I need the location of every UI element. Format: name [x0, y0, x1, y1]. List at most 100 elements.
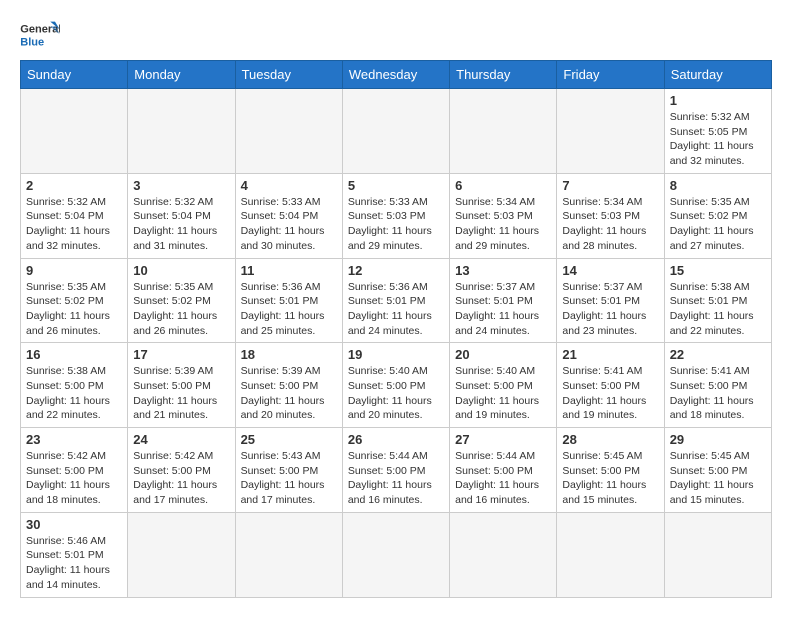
day-cell	[235, 512, 342, 597]
day-cell	[342, 89, 449, 174]
day-number: 9	[26, 263, 122, 278]
day-info: Sunrise: 5:40 AMSunset: 5:00 PMDaylight:…	[348, 364, 444, 423]
day-info: Sunrise: 5:32 AMSunset: 5:05 PMDaylight:…	[670, 110, 766, 169]
week-row-4: 23 Sunrise: 5:42 AMSunset: 5:00 PMDayligh…	[21, 428, 772, 513]
day-cell: 23 Sunrise: 5:42 AMSunset: 5:00 PMDayligh…	[21, 428, 128, 513]
day-cell: 30 Sunrise: 5:46 AMSunset: 5:01 PMDayligh…	[21, 512, 128, 597]
day-info: Sunrise: 5:42 AMSunset: 5:00 PMDaylight:…	[26, 449, 122, 508]
day-number: 26	[348, 432, 444, 447]
day-info: Sunrise: 5:33 AMSunset: 5:03 PMDaylight:…	[348, 195, 444, 254]
day-cell: 20 Sunrise: 5:40 AMSunset: 5:00 PMDayligh…	[450, 343, 557, 428]
day-number: 29	[670, 432, 766, 447]
day-number: 18	[241, 347, 337, 362]
day-info: Sunrise: 5:35 AMSunset: 5:02 PMDaylight:…	[26, 280, 122, 339]
header-friday: Friday	[557, 61, 664, 89]
day-cell	[450, 89, 557, 174]
day-cell: 8Sunrise: 5:35 AMSunset: 5:02 PMDaylight…	[664, 173, 771, 258]
day-info: Sunrise: 5:45 AMSunset: 5:00 PMDaylight:…	[670, 449, 766, 508]
day-cell: 2Sunrise: 5:32 AMSunset: 5:04 PMDaylight…	[21, 173, 128, 258]
day-number: 10	[133, 263, 229, 278]
day-number: 22	[670, 347, 766, 362]
calendar-header-row: SundayMondayTuesdayWednesdayThursdayFrid…	[21, 61, 772, 89]
page-header: General Blue	[20, 20, 772, 50]
day-cell: 18 Sunrise: 5:39 AMSunset: 5:00 PMDayligh…	[235, 343, 342, 428]
day-info: Sunrise: 5:46 AMSunset: 5:01 PMDaylight:…	[26, 534, 122, 593]
day-info: Sunrise: 5:35 AMSunset: 5:02 PMDaylight:…	[133, 280, 229, 339]
day-cell: 13 Sunrise: 5:37 AMSunset: 5:01 PMDayligh…	[450, 258, 557, 343]
day-info: Sunrise: 5:33 AMSunset: 5:04 PMDaylight:…	[241, 195, 337, 254]
day-cell	[21, 89, 128, 174]
day-info: Sunrise: 5:37 AMSunset: 5:01 PMDaylight:…	[455, 280, 551, 339]
day-cell: 22 Sunrise: 5:41 AMSunset: 5:00 PMDayligh…	[664, 343, 771, 428]
day-number: 5	[348, 178, 444, 193]
day-cell	[342, 512, 449, 597]
day-cell: 1 Sunrise: 5:32 AMSunset: 5:05 PMDaylight…	[664, 89, 771, 174]
day-cell: 7Sunrise: 5:34 AMSunset: 5:03 PMDaylight…	[557, 173, 664, 258]
day-cell: 28Sunrise: 5:45 AMSunset: 5:00 PMDayligh…	[557, 428, 664, 513]
day-number: 21	[562, 347, 658, 362]
day-number: 15	[670, 263, 766, 278]
day-number: 13	[455, 263, 551, 278]
day-cell: 5 Sunrise: 5:33 AMSunset: 5:03 PMDaylight…	[342, 173, 449, 258]
day-info: Sunrise: 5:35 AMSunset: 5:02 PMDaylight:…	[670, 195, 766, 254]
day-info: Sunrise: 5:45 AMSunset: 5:00 PMDaylight:…	[562, 449, 658, 508]
day-cell: 16Sunrise: 5:38 AMSunset: 5:00 PMDayligh…	[21, 343, 128, 428]
day-number: 1	[670, 93, 766, 108]
day-info: Sunrise: 5:44 AMSunset: 5:00 PMDaylight:…	[455, 449, 551, 508]
day-cell: 4 Sunrise: 5:33 AMSunset: 5:04 PMDaylight…	[235, 173, 342, 258]
day-info: Sunrise: 5:40 AMSunset: 5:00 PMDaylight:…	[455, 364, 551, 423]
day-number: 30	[26, 517, 122, 532]
day-cell	[450, 512, 557, 597]
day-info: Sunrise: 5:38 AMSunset: 5:01 PMDaylight:…	[670, 280, 766, 339]
logo: General Blue	[20, 20, 60, 50]
day-cell	[557, 512, 664, 597]
svg-text:General: General	[20, 24, 60, 36]
day-info: Sunrise: 5:39 AMSunset: 5:00 PMDaylight:…	[133, 364, 229, 423]
day-number: 2	[26, 178, 122, 193]
day-number: 3	[133, 178, 229, 193]
day-cell	[128, 89, 235, 174]
day-number: 19	[348, 347, 444, 362]
day-number: 25	[241, 432, 337, 447]
day-number: 4	[241, 178, 337, 193]
day-cell: 11Sunrise: 5:36 AMSunset: 5:01 PMDayligh…	[235, 258, 342, 343]
day-cell	[235, 89, 342, 174]
day-cell	[664, 512, 771, 597]
day-cell: 15 Sunrise: 5:38 AMSunset: 5:01 PMDayligh…	[664, 258, 771, 343]
day-number: 16	[26, 347, 122, 362]
day-cell: 25 Sunrise: 5:43 AMSunset: 5:00 PMDayligh…	[235, 428, 342, 513]
day-cell: 6 Sunrise: 5:34 AMSunset: 5:03 PMDaylight…	[450, 173, 557, 258]
day-cell: 19 Sunrise: 5:40 AMSunset: 5:00 PMDayligh…	[342, 343, 449, 428]
week-row-1: 2Sunrise: 5:32 AMSunset: 5:04 PMDaylight…	[21, 173, 772, 258]
week-row-3: 16Sunrise: 5:38 AMSunset: 5:00 PMDayligh…	[21, 343, 772, 428]
day-info: Sunrise: 5:36 AMSunset: 5:01 PMDaylight:…	[348, 280, 444, 339]
day-info: Sunrise: 5:41 AMSunset: 5:00 PMDaylight:…	[670, 364, 766, 423]
day-info: Sunrise: 5:34 AMSunset: 5:03 PMDaylight:…	[562, 195, 658, 254]
day-cell: 14 Sunrise: 5:37 AMSunset: 5:01 PMDayligh…	[557, 258, 664, 343]
day-number: 6	[455, 178, 551, 193]
day-number: 12	[348, 263, 444, 278]
header-monday: Monday	[128, 61, 235, 89]
day-number: 27	[455, 432, 551, 447]
week-row-5: 30 Sunrise: 5:46 AMSunset: 5:01 PMDayligh…	[21, 512, 772, 597]
day-cell: 12 Sunrise: 5:36 AMSunset: 5:01 PMDayligh…	[342, 258, 449, 343]
day-info: Sunrise: 5:41 AMSunset: 5:00 PMDaylight:…	[562, 364, 658, 423]
day-info: Sunrise: 5:37 AMSunset: 5:01 PMDaylight:…	[562, 280, 658, 339]
day-info: Sunrise: 5:43 AMSunset: 5:00 PMDaylight:…	[241, 449, 337, 508]
header-tuesday: Tuesday	[235, 61, 342, 89]
day-info: Sunrise: 5:34 AMSunset: 5:03 PMDaylight:…	[455, 195, 551, 254]
week-row-2: 9 Sunrise: 5:35 AMSunset: 5:02 PMDaylight…	[21, 258, 772, 343]
week-row-0: 1 Sunrise: 5:32 AMSunset: 5:05 PMDaylight…	[21, 89, 772, 174]
header-wednesday: Wednesday	[342, 61, 449, 89]
day-cell: 9 Sunrise: 5:35 AMSunset: 5:02 PMDaylight…	[21, 258, 128, 343]
calendar-table: SundayMondayTuesdayWednesdayThursdayFrid…	[20, 60, 772, 598]
header-thursday: Thursday	[450, 61, 557, 89]
day-number: 23	[26, 432, 122, 447]
day-cell	[128, 512, 235, 597]
day-number: 20	[455, 347, 551, 362]
day-info: Sunrise: 5:36 AMSunset: 5:01 PMDaylight:…	[241, 280, 337, 339]
day-number: 14	[562, 263, 658, 278]
svg-text:Blue: Blue	[20, 36, 44, 48]
day-cell: 17Sunrise: 5:39 AMSunset: 5:00 PMDayligh…	[128, 343, 235, 428]
day-info: Sunrise: 5:39 AMSunset: 5:00 PMDaylight:…	[241, 364, 337, 423]
